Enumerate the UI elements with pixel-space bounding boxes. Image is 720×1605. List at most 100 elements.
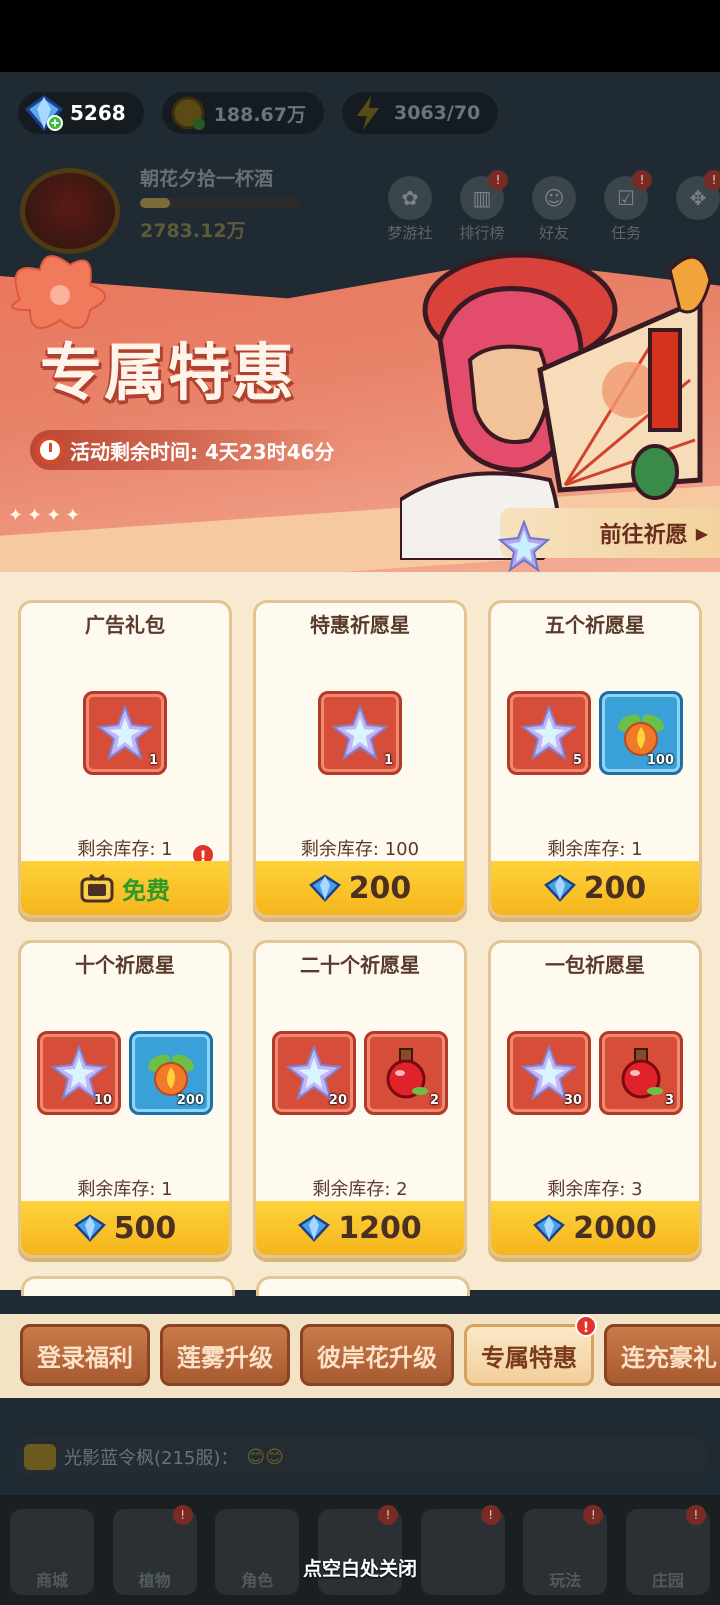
nav-leaderboard[interactable]: ▥ 排行榜! [450, 170, 514, 243]
buy-button[interactable]: 200 [256, 861, 464, 915]
timer-label: 活动剩余时间: 4天23时46分 [70, 439, 335, 464]
wish-star-icon [497, 520, 551, 572]
pack-title: 特惠祈愿星 [310, 613, 410, 637]
stock-label: 剩余库存: 1 [547, 839, 643, 860]
buy-button[interactable]: 1200 [256, 1201, 464, 1255]
pack-title: 二十个祈愿星 [300, 953, 420, 977]
player-money: 2783.12万 [140, 220, 246, 242]
tv-ad-icon [80, 873, 114, 903]
nav-gift[interactable]: ! [420, 1505, 505, 1595]
nav-play[interactable]: 玩法! [523, 1505, 608, 1595]
chat-bar[interactable]: 光影蓝令枫(215服)： 😊😊 [14, 1436, 710, 1478]
tab-bar: 登录福利 莲雾升级 彼岸花升级 专属特惠! 连充豪礼 [0, 1314, 720, 1398]
potion-icon[interactable]: 2 [364, 1031, 448, 1115]
wish-star-icon[interactable]: 1 [83, 691, 167, 775]
alert-badge: ! [583, 1505, 604, 1525]
tab-login-bonus[interactable]: 登录福利 [20, 1324, 150, 1386]
tab-recharge-gifts[interactable]: 连充豪礼 [604, 1324, 720, 1386]
gold-counter[interactable]: 188.67万 [161, 92, 324, 134]
fire-seed-icon[interactable]: 100 [599, 691, 683, 775]
player-name: 朝花夕拾一杯酒 [140, 168, 274, 190]
potion-icon[interactable]: 3 [599, 1031, 683, 1115]
alert-badge: ! [704, 170, 720, 190]
alert-badge: ! [480, 1505, 501, 1525]
price-label: 200 [348, 870, 412, 906]
buy-button[interactable]: 200 [491, 861, 699, 915]
nav-battle[interactable]: ! [317, 1505, 402, 1595]
gold-coin-icon [168, 93, 208, 133]
wish-star-icon[interactable]: 1 [318, 691, 402, 775]
buy-button[interactable]: 500 [21, 1201, 229, 1255]
stock-label: 剩余库存: 1 [77, 1179, 173, 1200]
tab-spider-lily-upgrade[interactable]: 彼岸花升级 [300, 1324, 454, 1386]
stock-label: 剩余库存: 3 [547, 1179, 643, 1200]
wish-star-icon[interactable]: 10 [37, 1031, 121, 1115]
price-label: 200 [583, 870, 647, 906]
dream-club-icon: ✿ [388, 176, 432, 220]
pack-card-peek[interactable] [21, 1276, 235, 1296]
pack-card[interactable]: 十个祈愿星 10 200 剩余库存: 1 500 [18, 940, 232, 1258]
chat-message: 光影蓝令枫(215服)： [64, 1448, 239, 1469]
nav-plant[interactable]: 植物! [112, 1505, 197, 1595]
nav-dream-club[interactable]: ✿ 梦游社 [378, 176, 442, 243]
free-label: 免费 [122, 876, 170, 905]
tab-exclusive-deals[interactable]: 专属特惠! [464, 1315, 597, 1386]
pack-card[interactable]: 二十个祈愿星 20 2 剩余库存: 2 1200 [253, 940, 467, 1258]
alert-badge: ! [685, 1505, 706, 1525]
diamond-icon [543, 874, 576, 902]
diamond-value: 5268 [70, 101, 126, 125]
nav-friends[interactable]: ☺ 好友 [522, 176, 586, 243]
pack-title: 一包祈愿星 [545, 953, 645, 977]
nav-character[interactable]: 角色 [215, 1509, 300, 1595]
free-claim-button[interactable]: 免费 [21, 861, 229, 915]
alert-badge: ! [632, 170, 652, 190]
stock-label: 剩余库存: 2 [312, 1179, 408, 1200]
pack-card-peek[interactable] [256, 1276, 470, 1296]
go-wish-label: 前往祈愿 [599, 523, 688, 548]
pack-card[interactable]: 一包祈愿星 30 3 剩余库存: 3 2000 [488, 940, 702, 1258]
diamond-counter[interactable]: 5268 [18, 92, 144, 134]
gold-value: 188.67万 [213, 103, 306, 126]
bottom-nav: 商城 植物! 角色 ! ! 玩法! 庄园! [0, 1495, 720, 1605]
pack-grid: 广告礼包 1 剩余库存: 1 ! 免费 特惠祈愿星 1 剩余库存: 100 20… [18, 600, 702, 1258]
tab-wax-apple-upgrade[interactable]: 莲雾升级 [160, 1324, 290, 1386]
exp-bar [140, 198, 300, 208]
chat-emoji: 😊😊 [246, 1446, 284, 1468]
nav-manor[interactable]: 庄园! [625, 1505, 710, 1595]
sparkle-decoration: ✦✦✦✦ [8, 505, 85, 526]
alert-badge: ! [575, 1315, 597, 1337]
banner-title: 专属特惠 [40, 336, 297, 409]
pack-card[interactable]: 特惠祈愿星 1 剩余库存: 100 200 [253, 600, 467, 918]
currency-row: 5268 188.67万 3063/70 [18, 92, 499, 142]
pack-title: 广告礼包 [85, 613, 165, 637]
pack-title: 五个祈愿星 [545, 613, 645, 637]
alert-badge: ! [377, 1505, 398, 1525]
close-hint[interactable]: 点空白处关闭 [0, 1554, 720, 1581]
player-profile: 朝花夕拾一杯酒 2783.12万 ✿ 梦游社 ▥ 排行榜! ☺ 好友 ☑ 任务! ✥! [20, 158, 720, 254]
nav-shop[interactable]: 商城 [10, 1509, 94, 1595]
pack-title: 十个祈愿星 [75, 953, 175, 977]
price-label: 2000 [573, 1210, 657, 1246]
pack-card[interactable]: 五个祈愿星 5 100 剩余库存: 1 200 [488, 600, 702, 918]
top-nav: ✿ 梦游社 ▥ 排行榜! ☺ 好友 ☑ 任务! ✥! [378, 170, 720, 243]
buy-button[interactable]: 2000 [491, 1201, 699, 1255]
event-timer: 活动剩余时间: 4天23时46分 [30, 430, 345, 470]
nav-tasks[interactable]: ☑ 任务! [594, 170, 658, 243]
energy-counter[interactable]: 3063/70 [342, 92, 499, 134]
nav-more[interactable]: ✥! [666, 170, 720, 243]
wish-star-icon[interactable]: 5 [507, 691, 591, 775]
stock-label: 剩余库存: 100 [300, 839, 420, 860]
wish-star-icon[interactable]: 30 [507, 1031, 591, 1115]
wish-star-icon[interactable]: 20 [272, 1031, 356, 1115]
diamond-icon [73, 1214, 106, 1242]
alert-badge: ! [172, 1505, 193, 1525]
alert-badge: ! [488, 170, 508, 190]
energy-value: 3063/70 [394, 102, 481, 124]
diamond-icon [308, 874, 341, 902]
fire-seed-icon[interactable]: 200 [129, 1031, 213, 1115]
pack-card[interactable]: 广告礼包 1 剩余库存: 1 ! 免费 [18, 600, 232, 918]
friends-icon: ☺ [532, 176, 576, 220]
status-bar [0, 0, 720, 72]
diamond-icon [24, 93, 64, 133]
event-banner: 专属特惠 活动剩余时间: 4天23时46分 前往祈愿 ▶ [0, 240, 720, 580]
